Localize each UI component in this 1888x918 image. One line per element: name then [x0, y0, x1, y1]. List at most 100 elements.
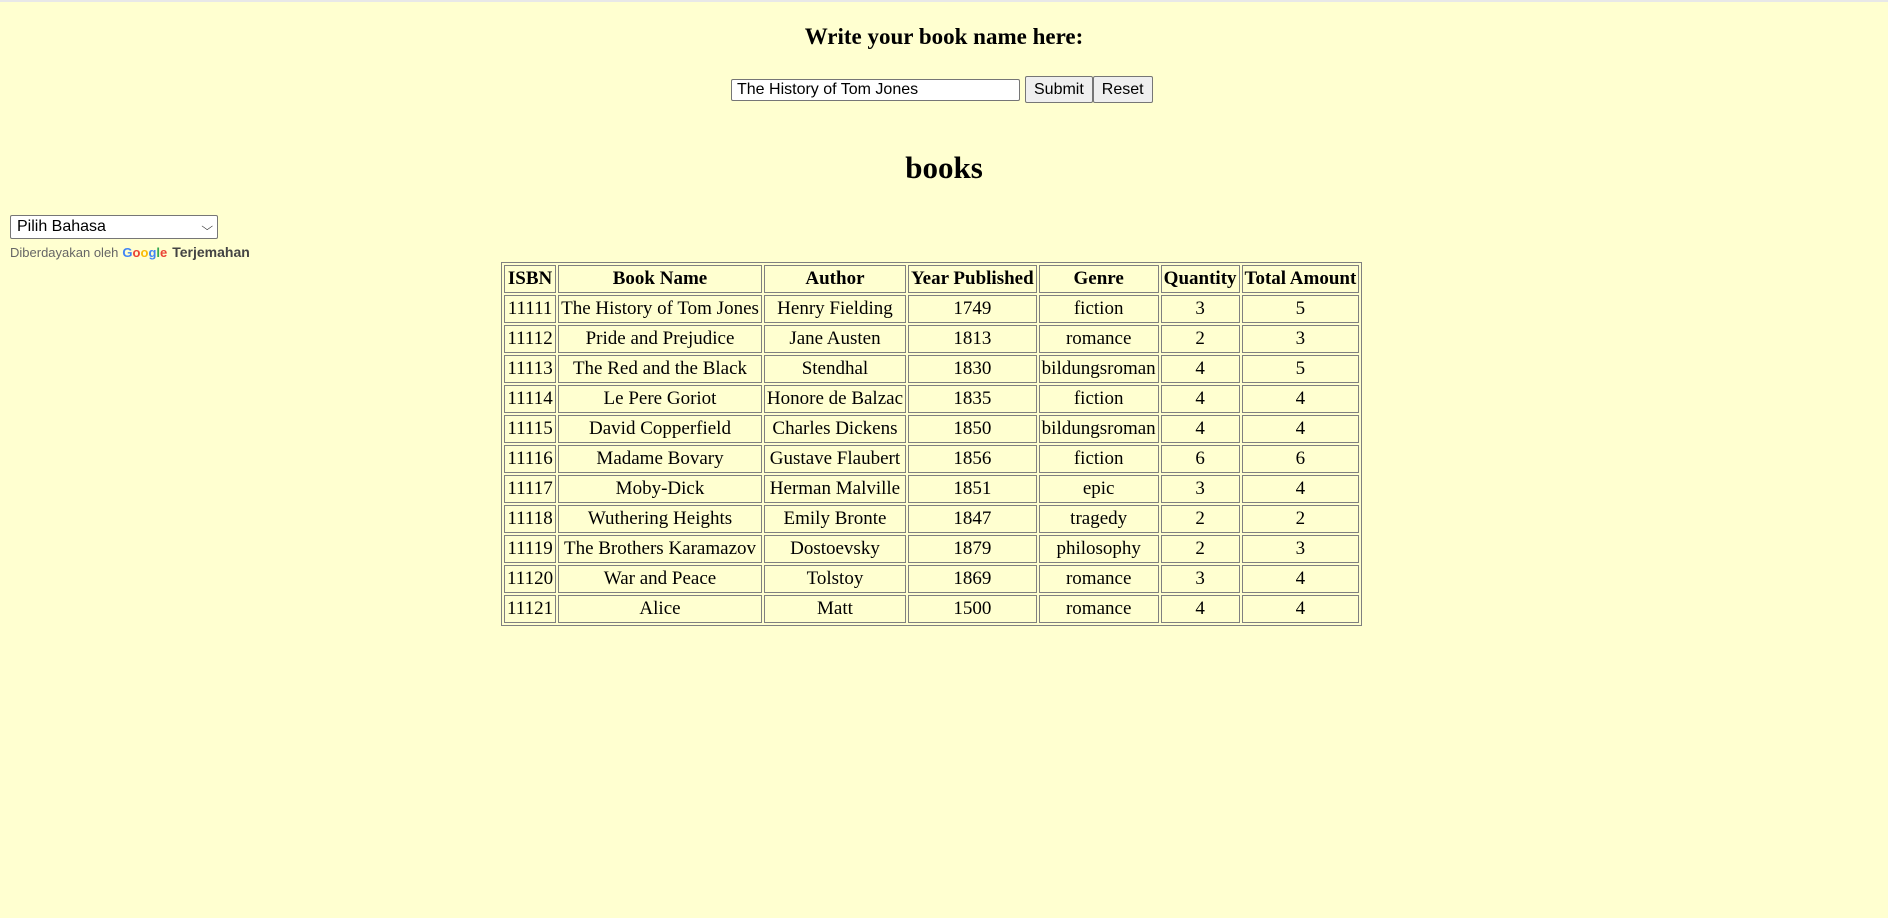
page-title: books — [905, 150, 983, 185]
table-cell: tragedy — [1038, 505, 1159, 533]
table-cell: 11117 — [504, 475, 557, 503]
column-header: ISBN — [504, 265, 557, 293]
table-cell: 6 — [1160, 445, 1240, 473]
table-cell: 4 — [1241, 565, 1360, 593]
table-cell: 1879 — [908, 535, 1037, 563]
column-header: Total Amount — [1241, 265, 1360, 293]
google-translate-attribution: Diberdayakan oleh Google Terjemahan — [10, 244, 250, 260]
table-cell: 4 — [1160, 385, 1240, 413]
table-cell: Emily Bronte — [763, 505, 907, 533]
table-cell: romance — [1038, 595, 1159, 623]
table-cell: Matt — [763, 595, 907, 623]
powered-by-label: Diberdayakan oleh — [10, 244, 119, 260]
google-logo: Google — [122, 244, 168, 260]
table-cell: Jane Austen — [763, 325, 907, 353]
table-cell: 2 — [1160, 505, 1240, 533]
column-header: Year Published — [908, 265, 1037, 293]
table-cell: Stendhal — [763, 355, 907, 383]
table-row: 11119 The Brothers Karamazov Dostoevsky 187… — [504, 535, 1360, 563]
table-cell: Dostoevsky — [763, 535, 907, 563]
table-cell: 1835 — [908, 385, 1037, 413]
table-cell: 4 — [1241, 595, 1360, 623]
reset-button[interactable]: Reset — [1092, 76, 1153, 103]
table-cell: Pride and Prejudice — [558, 325, 762, 353]
books-table-container: ISBN Book Name Author Year Published Genre Qu… — [501, 262, 1363, 626]
table-cell: 11113 — [504, 355, 557, 383]
table-cell: 11120 — [504, 565, 557, 593]
table-row: 11115 David Copperfield Charles Dickens 185… — [504, 415, 1360, 443]
book-name-input[interactable] — [731, 78, 1020, 101]
table-cell: romance — [1038, 325, 1159, 353]
table-cell: 11112 — [504, 325, 557, 353]
table-cell: epic — [1038, 475, 1159, 503]
table-cell: 1847 — [908, 505, 1037, 533]
table-body: 11111 The History of Tom Jones Henry Field… — [504, 295, 1360, 623]
table-cell: 1830 — [908, 355, 1037, 383]
table-cell: 11114 — [504, 385, 557, 413]
table-cell: 4 — [1160, 415, 1240, 443]
table-cell: Wuthering Heights — [558, 505, 762, 533]
table-cell: Moby-Dick — [558, 475, 762, 503]
table-cell: War and Peace — [558, 565, 762, 593]
table-cell: 11116 — [504, 445, 557, 473]
table-row: 11113 The Red and the Black Stendhal 1830 bi… — [504, 355, 1360, 383]
table-row: 11114 Le Pere Goriot Honore de Balzac 1835 f… — [504, 385, 1360, 413]
column-header: Book Name — [558, 265, 762, 293]
table-cell: 11119 — [504, 535, 557, 563]
table-cell: Herman Malville — [763, 475, 907, 503]
table-row: 11117 Moby-Dick Herman Malville 1851 epic 3 4 — [504, 475, 1360, 503]
table-cell: 11115 — [504, 415, 557, 443]
table-cell: 1869 — [908, 565, 1037, 593]
table-row: 11116 Madame Bovary Gustave Flaubert 1856 fi… — [504, 445, 1360, 473]
form-heading: Write your book name here: — [804, 24, 1084, 49]
search-form: Submit Reset — [731, 76, 1153, 103]
table-header-row: ISBN Book Name Author Year Published Genre Qu… — [504, 265, 1360, 293]
table-cell: 4 — [1241, 475, 1360, 503]
language-select[interactable]: Pilih Bahasa ⌵ — [10, 215, 218, 239]
submit-button[interactable]: Submit — [1025, 76, 1093, 103]
table-cell: 1500 — [908, 595, 1037, 623]
table-cell: bildungsroman — [1038, 355, 1159, 383]
table-cell: 11118 — [504, 505, 557, 533]
chevron-down-icon: ⌵ — [200, 220, 213, 233]
table-row: 11121 Alice Matt 1500 romance 4 4 — [504, 595, 1360, 623]
table-cell: David Copperfield — [558, 415, 762, 443]
books-table: ISBN Book Name Author Year Published Genre Qu… — [501, 262, 1363, 626]
table-cell: 4 — [1160, 355, 1240, 383]
table-cell: 1851 — [908, 475, 1037, 503]
table-cell: romance — [1038, 565, 1159, 593]
table-cell: fiction — [1038, 385, 1159, 413]
table-cell: 3 — [1160, 295, 1240, 323]
table-cell: 3 — [1160, 565, 1240, 593]
table-cell: The History of Tom Jones — [558, 295, 762, 323]
table-cell: 1850 — [908, 415, 1037, 443]
table-cell: fiction — [1038, 445, 1159, 473]
table-cell: 4 — [1241, 385, 1360, 413]
table-cell: Charles Dickens — [763, 415, 907, 443]
table-row: 11120 War and Peace Tolstoy 1869 romance 3 4 — [504, 565, 1360, 593]
table-cell: 3 — [1241, 325, 1360, 353]
table-row: 11111 The History of Tom Jones Henry Field… — [504, 295, 1360, 323]
table-row: 11118 Wuthering Heights Emily Bronte 1847 tr… — [504, 505, 1360, 533]
table-cell: Tolstoy — [763, 565, 907, 593]
table-cell: The Red and the Black — [558, 355, 762, 383]
column-header: Genre — [1038, 265, 1159, 293]
table-cell: Madame Bovary — [558, 445, 762, 473]
table-cell: Le Pere Goriot — [558, 385, 762, 413]
table-cell: 4 — [1160, 595, 1240, 623]
table-cell: 5 — [1241, 295, 1360, 323]
language-select-value: Pilih Bahasa — [17, 218, 106, 235]
column-header: Quantity — [1160, 265, 1240, 293]
table-cell: fiction — [1038, 295, 1159, 323]
table-cell: 2 — [1160, 325, 1240, 353]
table-cell: philosophy — [1038, 535, 1159, 563]
translate-link[interactable]: Terjemahan — [172, 244, 250, 260]
table-cell: Alice — [558, 595, 762, 623]
table-cell: 2 — [1241, 505, 1360, 533]
table-cell: The Brothers Karamazov — [558, 535, 762, 563]
table-row: 11112 Pride and Prejudice Jane Austen 1813 r… — [504, 325, 1360, 353]
table-cell: 3 — [1241, 535, 1360, 563]
table-cell: 3 — [1160, 475, 1240, 503]
table-cell: 6 — [1241, 445, 1360, 473]
table-cell: Honore de Balzac — [763, 385, 907, 413]
